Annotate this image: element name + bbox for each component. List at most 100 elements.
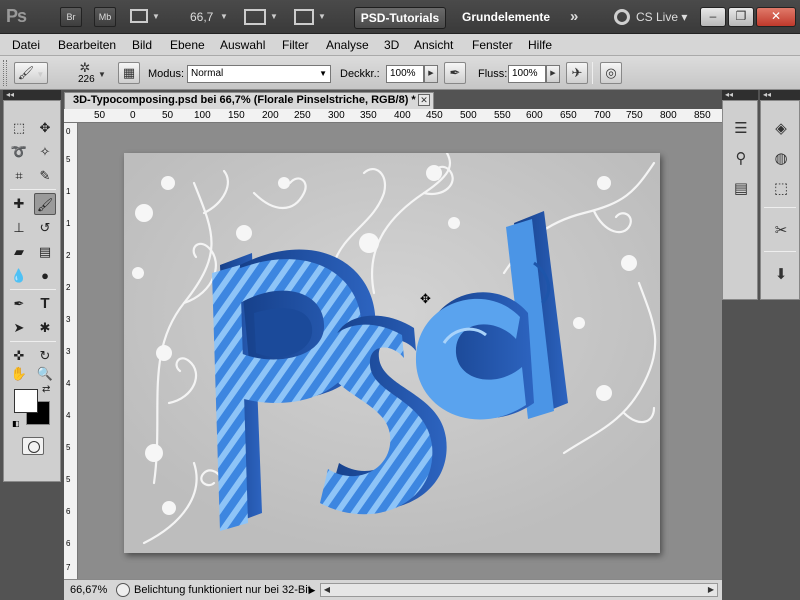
brush-tool-icon[interactable]: 🖌 [34,193,56,215]
brush-picker-dropdown-icon[interactable]: ▼ [98,70,106,79]
eyedropper-icon[interactable]: ✎ [34,165,56,187]
zoom-level[interactable]: 66,7 [190,10,213,24]
flow-input[interactable]: 100% [508,65,546,83]
screen-mode-dropdown-icon[interactable]: ▼ [318,12,326,21]
menu-hilfe[interactable]: Hilfe [528,38,552,52]
scroll-left-icon[interactable]: ◀ [321,584,333,596]
status-zoom[interactable]: 66,67% [70,584,107,596]
vertical-ruler[interactable]: 0 5 1 1 2 2 3 3 4 4 5 5 6 6 7 [64,123,78,579]
eraser-icon[interactable]: ▰ [8,241,30,263]
menu-fenster[interactable]: Fenster [472,38,513,52]
paths-panel-icon[interactable]: ⬚ [766,175,796,203]
rectangular-marquee-icon[interactable]: ⬚ [8,117,30,139]
pressure-opacity-icon[interactable]: ✒ [444,62,466,84]
dodge-icon[interactable]: ● [34,265,56,287]
path-selection-icon[interactable]: ➤ [8,317,30,339]
history-brush-icon[interactable]: ↺ [34,217,56,239]
actions-panel-icon[interactable]: ⬇ [766,261,796,289]
type-tool-icon[interactable]: T [34,293,56,315]
swap-colors-icon[interactable]: ⇄ [42,384,50,395]
tool-preset-picker[interactable]: 🖌 ▼ [14,62,48,84]
screen-mode-icon[interactable] [294,9,314,25]
dock2-header[interactable]: ◂◂ [760,90,800,100]
lasso-icon[interactable]: ➰ [8,141,30,163]
brush-size: 226 [78,74,95,85]
pen-icon[interactable]: ✒ [8,293,30,315]
menu-ebene[interactable]: Ebene [170,38,205,52]
ruler-tick-label: 1 [66,219,71,228]
more-workspaces-icon[interactable]: » [570,8,578,25]
workspace-psd-tutorials-button[interactable]: PSD-Tutorials [354,7,446,29]
cs-live-icon[interactable] [614,9,630,25]
hand-tool-icon[interactable]: ✋ [8,363,30,385]
scroll-right-icon[interactable]: ▶ [705,584,717,596]
image-canvas[interactable] [124,153,660,553]
document-tab[interactable]: 3D-Typocomposing.psd bei 66,7% (Florale … [64,92,434,109]
horizontal-scrollbar[interactable]: ◀ ▶ [320,583,718,597]
layers-panel-icon[interactable]: ◈ [766,115,796,143]
flow-slider-button[interactable]: ▶ [546,65,560,83]
status-info-icon[interactable] [116,583,130,597]
ruler-tick-label: 7 [66,563,71,572]
restore-button[interactable]: ❐ [728,7,754,27]
artwork-3d-psd [124,153,660,553]
document-window: 50 0 50 100 150 200 250 300 350 400 450 … [64,109,722,579]
3d-panel-icon[interactable]: ✂ [766,217,796,245]
view-extras-icon[interactable] [130,9,148,23]
menu-filter[interactable]: Filter [282,38,309,52]
move-tool-icon[interactable]: ✥ [34,117,56,139]
crop-icon[interactable]: ⌗ [8,165,30,187]
menu-ansicht[interactable]: Ansicht [414,38,453,52]
mode-select[interactable]: Normal ▼ [187,65,331,83]
presets-panel-icon[interactable]: ⚲ [726,145,756,173]
status-menu-arrow-icon[interactable]: ▶ [306,583,318,597]
ruler-tick-label: 550 [494,110,511,121]
zoom-dropdown-icon[interactable]: ▼ [220,12,228,21]
blur-icon[interactable]: 💧 [8,265,30,287]
collapsed-panel-dock-2: ◈ ◍ ⬚ ✂ ⬇ [760,100,800,300]
bridge-button[interactable]: Br [60,7,82,27]
horizontal-ruler[interactable]: 50 0 50 100 150 200 250 300 350 400 450 … [64,109,722,123]
dock1-header[interactable]: ◂◂ [722,90,758,100]
toolbox-header[interactable]: ◂◂ [3,90,61,100]
ruler-tick-label: 250 [294,110,311,121]
menu-3d[interactable]: 3D [384,38,399,52]
ruler-tick-label: 650 [560,110,577,121]
opacity-input[interactable]: 100% [386,65,424,83]
menu-datei[interactable]: Datei [12,38,40,52]
foreground-color-swatch[interactable] [14,389,38,413]
brush-preset-icon: 🖌 [17,65,35,80]
ruler-tick-label: 450 [426,110,443,121]
brush-panel-toggle-icon[interactable]: ▦ [118,62,140,84]
gradient-icon[interactable]: ▤ [34,241,56,263]
quick-selection-icon[interactable]: ✧ [34,141,56,163]
adjustments-panel-icon[interactable]: ☰ [726,115,756,143]
workspace-grundelemente-button[interactable]: Grundelemente [462,10,550,24]
opacity-slider-button[interactable]: ▶ [424,65,438,83]
menu-bild[interactable]: Bild [132,38,152,52]
custom-shape-icon[interactable]: ✱ [34,317,56,339]
default-colors-icon[interactable]: ◧ [12,419,20,428]
arrange-documents-icon[interactable] [244,9,266,25]
tab-close-icon[interactable]: ✕ [418,94,430,106]
menu-auswahl[interactable]: Auswahl [220,38,265,52]
arrange-dropdown-icon[interactable]: ▼ [270,12,278,21]
collapsed-panel-dock-1: ☰ ⚲ ▤ [722,100,758,300]
clone-stamp-icon[interactable]: ⊥ [8,217,30,239]
cs-live-button[interactable]: CS Live ▾ [636,10,687,24]
zoom-tool-icon[interactable]: 🔍 [34,363,56,385]
pressure-size-icon[interactable]: ◎ [600,62,622,84]
options-bar-grip[interactable] [3,60,7,86]
mini-bridge-button[interactable]: Mb [94,7,116,27]
status-message: Belichtung funktioniert nur bei 32-Bit [134,584,311,596]
airbrush-icon[interactable]: ✈ [566,62,588,84]
minimize-button[interactable]: – [700,7,726,27]
clone-source-panel-icon[interactable]: ▤ [726,175,756,203]
menu-analyse[interactable]: Analyse [326,38,369,52]
close-button[interactable]: ✕ [756,7,796,27]
view-extras-dropdown-icon[interactable]: ▼ [152,12,160,21]
quick-mask-button[interactable] [22,437,44,455]
healing-brush-icon[interactable]: ✚ [8,193,30,215]
channels-panel-icon[interactable]: ◍ [766,145,796,173]
menu-bearbeiten[interactable]: Bearbeiten [58,38,116,52]
